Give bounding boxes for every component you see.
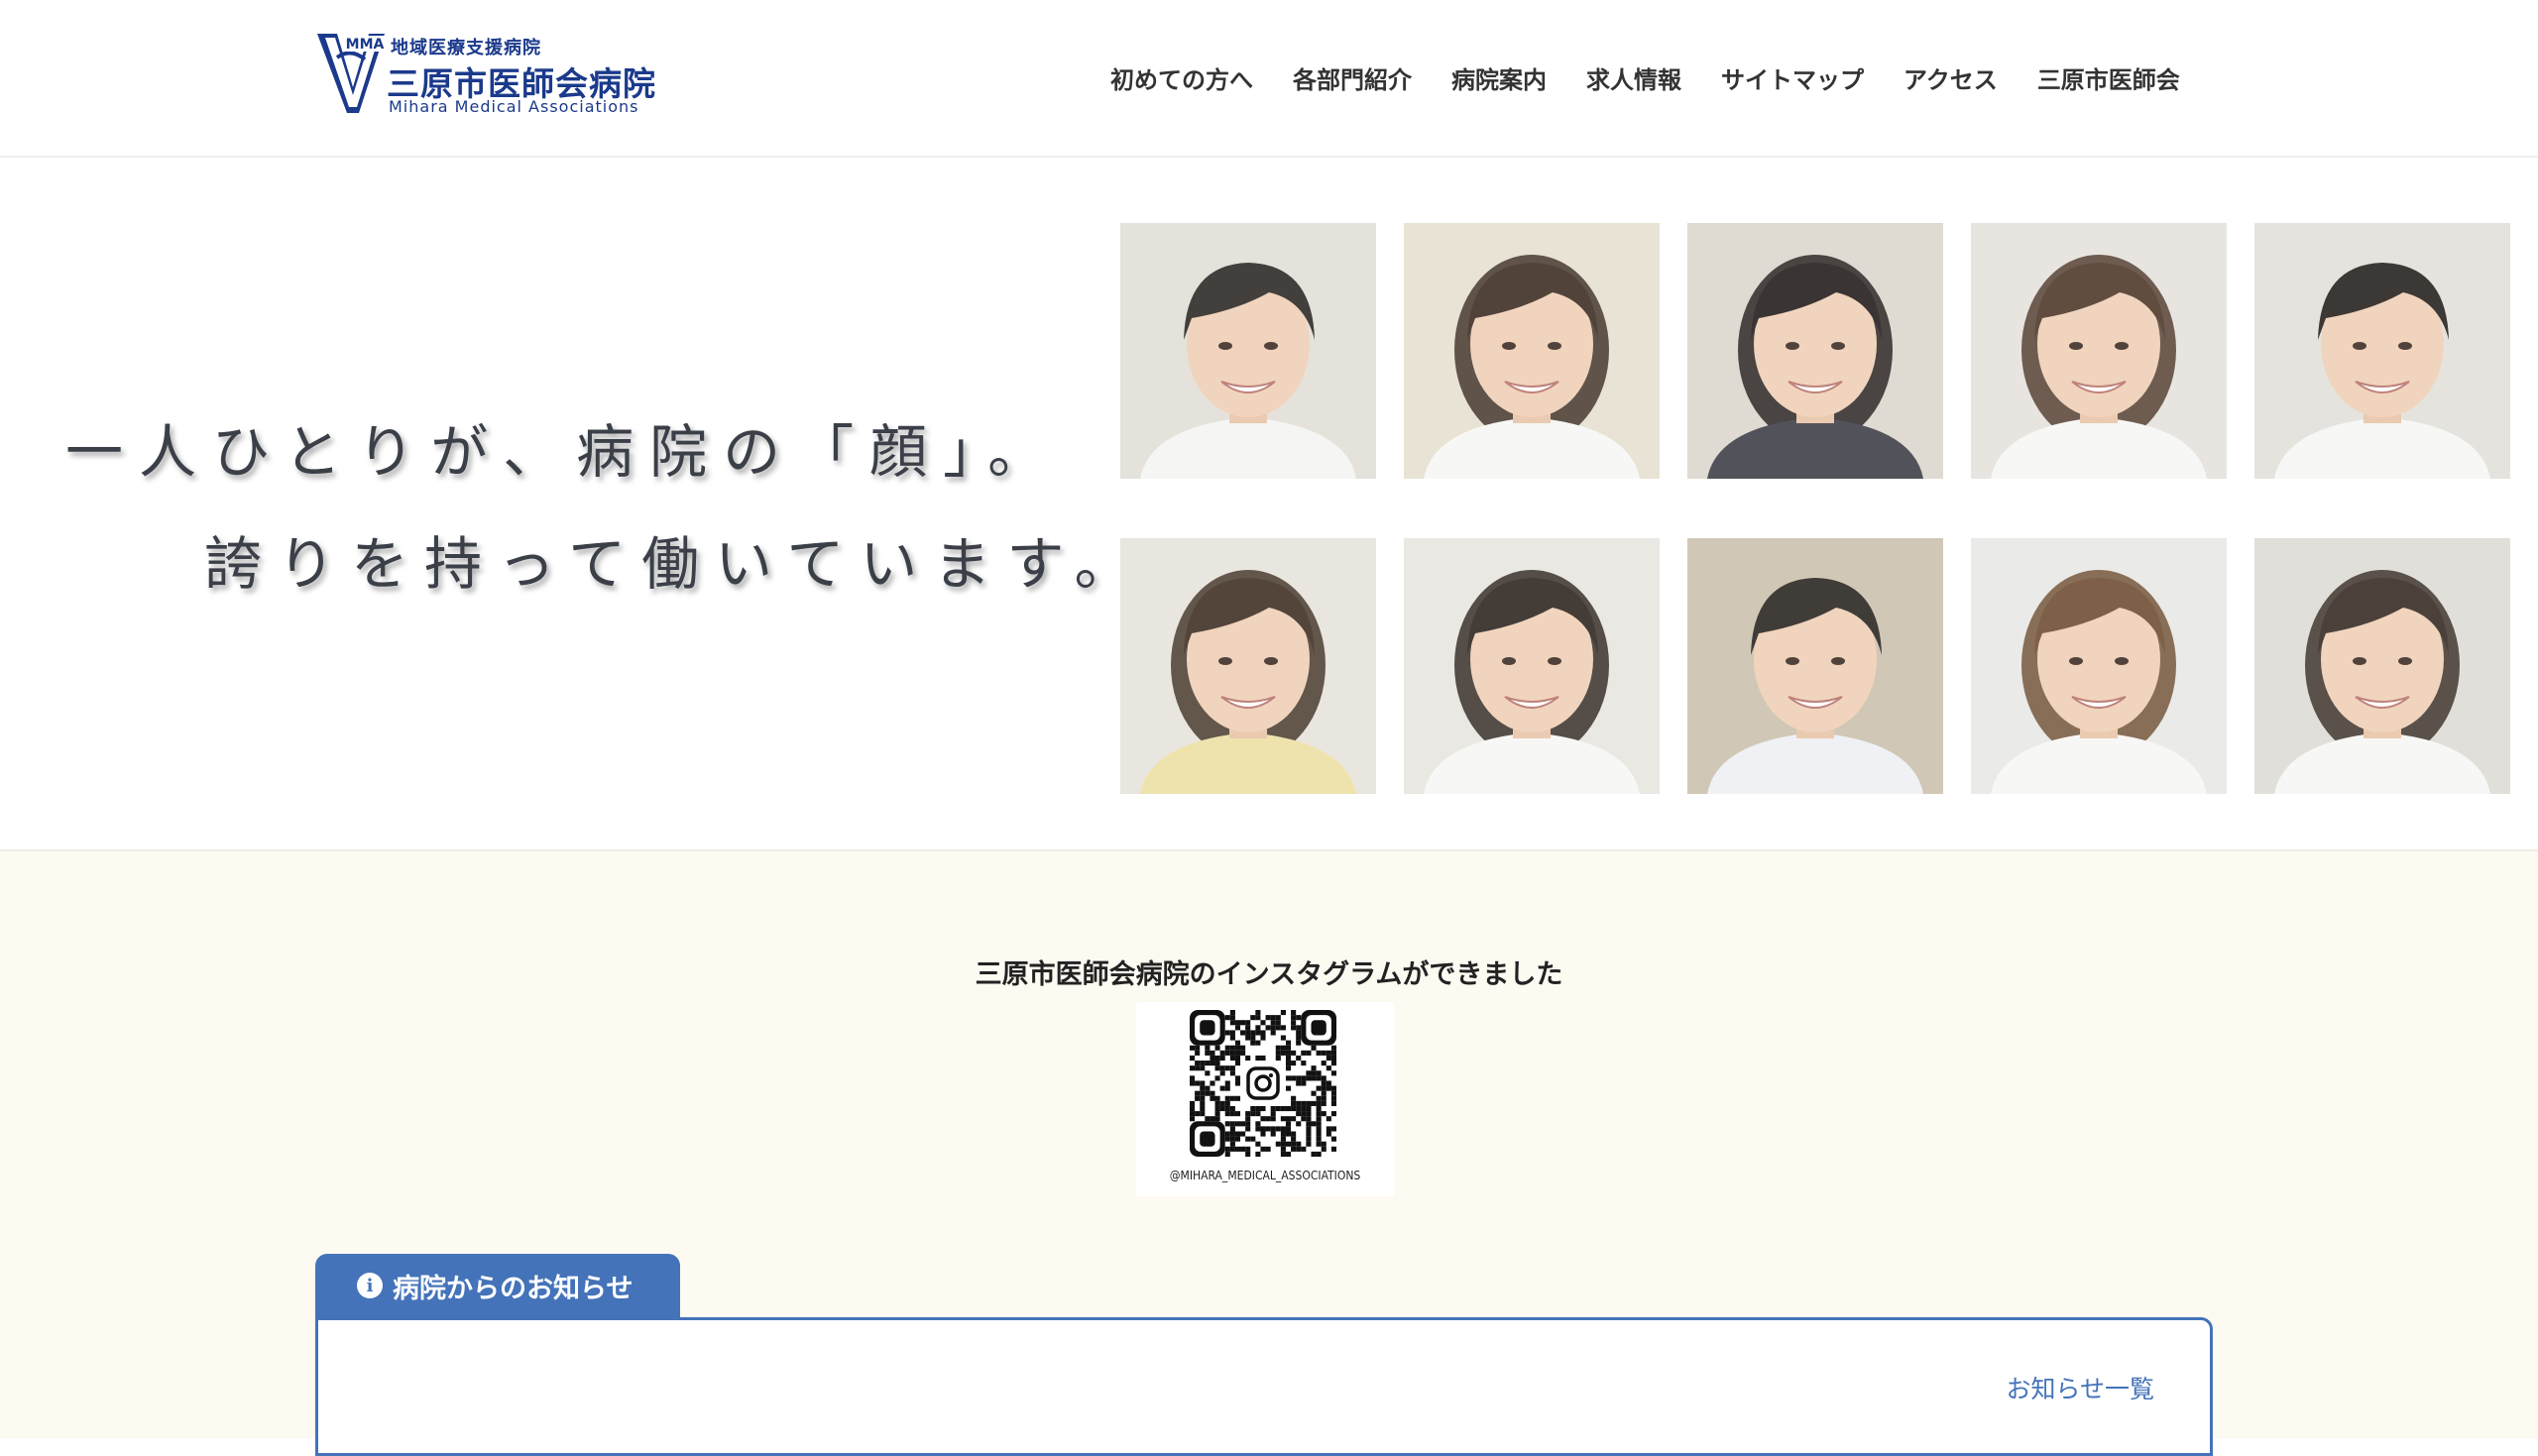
staff-photo [1687,223,1943,479]
staff-photo [2254,538,2510,794]
staff-photo [1404,223,1660,479]
hero-banner: 一人ひとりが、病院の「顔」。 誇りを持って働いています。 [0,158,2538,848]
staff-photo [2254,223,2510,479]
news-list-link[interactable]: お知らせ一覧 [2006,1370,2154,1405]
news-tab-label: 病院からのお知らせ [393,1273,634,1304]
nav-first-visit[interactable]: 初めての方へ [1110,60,1253,95]
instagram-announcement: 三原市医師会病院のインスタグラムができました [975,959,1563,990]
staff-photo [1120,223,1376,479]
info-icon: i [357,1273,383,1298]
logo-subtitle: 地域医療支援病院 [391,38,541,58]
instagram-qr-card[interactable]: @MIHARA_MEDICAL_ASSOCIATIONS [1136,1002,1394,1196]
hero-catchcopy-line2: 誇りを持って働いています。 [204,530,1148,598]
logo-english: Mihara Medical Associations [389,97,639,116]
news-panel: お知らせ一覧 [315,1317,2213,1456]
staff-photo [1687,538,1943,794]
logo-mark-icon: MMA [317,34,385,113]
nav-sitemap[interactable]: サイトマップ [1721,60,1864,95]
news-tab: i 病院からのお知らせ [315,1254,680,1317]
nav-recruit[interactable]: 求人情報 [1586,60,1681,95]
nav-medical-association[interactable]: 三原市医師会 [2037,60,2180,95]
nav-hospital-guide[interactable]: 病院案内 [1451,60,1547,95]
nav-departments[interactable]: 各部門紹介 [1293,60,1412,95]
svg-text:MMA: MMA [346,37,385,53]
qr-code-icon [1190,1010,1336,1157]
site-header: MMA 地域医療支援病院 三原市医師会病院 Mihara Medical Ass… [0,0,2538,158]
instagram-handle: @MIHARA_MEDICAL_ASSOCIATIONS [1169,1169,1361,1182]
staff-photo [1971,223,2227,479]
nav-access[interactable]: アクセス [1904,60,1998,95]
site-logo[interactable]: MMA 地域医療支援病院 三原市医師会病院 Mihara Medical Ass… [315,28,655,119]
staff-photo [1120,538,1376,794]
staff-photo [1971,538,2227,794]
main-content: 三原市医師会病院のインスタグラムができました @MIHARA_MEDICAL_A… [0,849,2538,1456]
main-nav: 初めての方へ 各部門紹介 病院案内 求人情報 サイトマップ アクセス 三原市医師… [1091,0,2200,156]
staff-photo [1404,538,1660,794]
hero-catchcopy-line1: 一人ひとりが、病院の「顔」。 [65,418,1062,486]
